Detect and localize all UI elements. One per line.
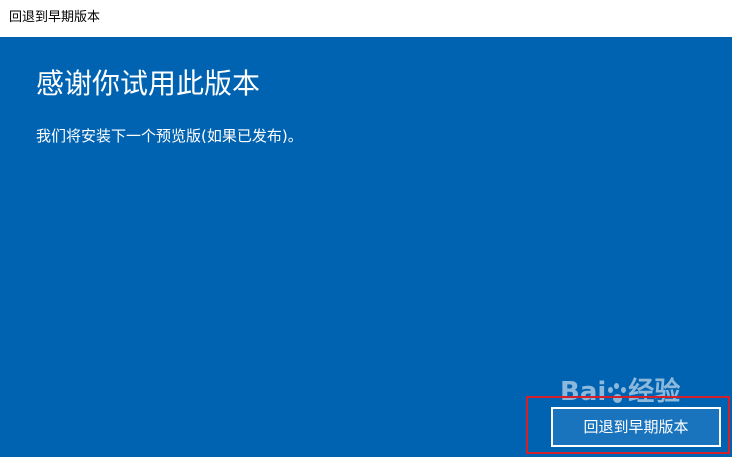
content-panel: 感谢你试用此版本 我们将安装下一个预览版(如果已发布)。: [0, 37, 732, 457]
info-message: 我们将安装下一个预览版(如果已发布)。: [36, 127, 303, 145]
rollback-button[interactable]: 回退到早期版本: [551, 407, 721, 447]
title-bar: 回退到早期版本: [0, 0, 732, 37]
window-title: 回退到早期版本: [9, 10, 101, 25]
page-heading: 感谢你试用此版本: [36, 67, 261, 100]
